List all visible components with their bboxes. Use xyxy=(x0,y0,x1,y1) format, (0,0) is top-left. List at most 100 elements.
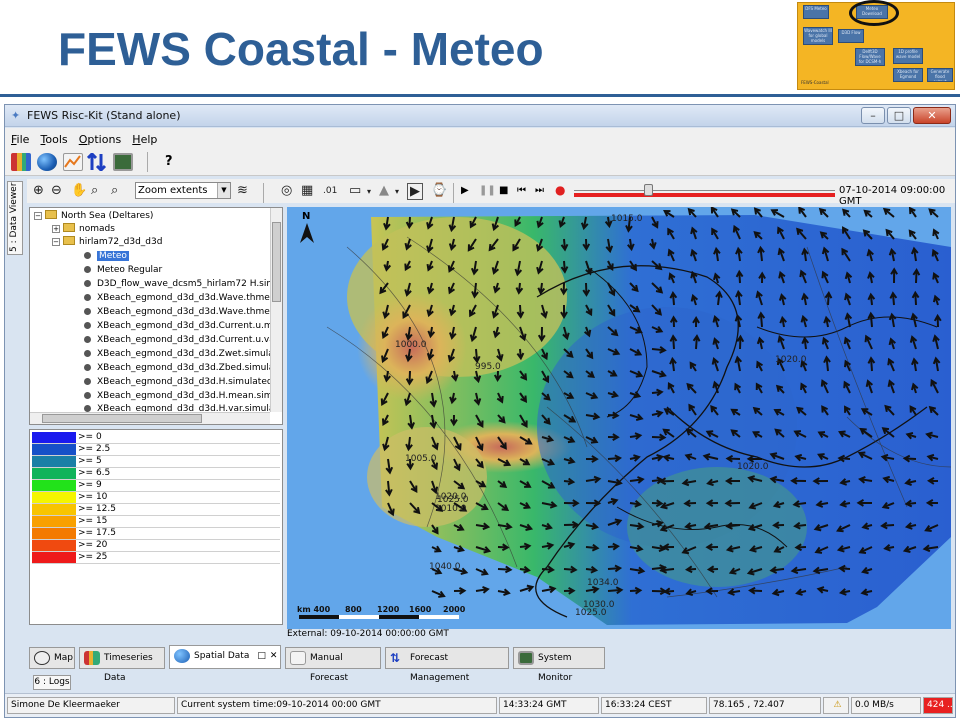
tree-root[interactable]: − North Sea (Deltares) xyxy=(34,210,153,223)
svg-text:km 400: km 400 xyxy=(297,605,331,614)
time-slider-knob[interactable] xyxy=(644,184,653,196)
tree-item[interactable]: XBeach_egmond_d3d_d3d.Current.u.mea xyxy=(84,320,282,333)
books-icon[interactable] xyxy=(11,153,31,171)
legend-row: >= 2.5 xyxy=(32,444,280,456)
legend-swatch xyxy=(32,492,76,503)
legend-swatch xyxy=(32,456,76,467)
globe-icon xyxy=(34,651,50,665)
menu-help[interactable]: Help xyxy=(132,133,157,146)
zoom-box-icon[interactable]: ⌕ xyxy=(91,183,98,198)
stop-icon[interactable]: ■ xyxy=(499,185,508,196)
close-button[interactable]: ✕ xyxy=(913,107,951,124)
tree-folder-hirlam[interactable]: − hirlam72_d3d_d3d xyxy=(52,236,162,249)
status-net: 0.0 MB/s xyxy=(851,697,921,714)
wind-arrow xyxy=(818,207,829,218)
map-edit-icon[interactable]: ▭ xyxy=(349,183,361,198)
zoom-out-icon[interactable]: ⊖ xyxy=(51,183,62,198)
tree-item[interactable]: Meteo Regular xyxy=(84,264,162,277)
wind-arrow xyxy=(908,207,917,218)
pan-hand-icon[interactable]: ✋ xyxy=(71,183,87,198)
view-tabs: Map Timeseries Data Spatial Data □ ✕ Manua… xyxy=(29,645,953,683)
tree-item[interactable]: XBeach_egmond_d3d_d3d.Current.u.var xyxy=(84,334,278,347)
tree-item[interactable]: XBeach_egmond_d3d_d3d.H.simulated xyxy=(84,376,273,389)
layers-icon[interactable]: ≋ xyxy=(237,183,248,198)
legend-swatch xyxy=(32,468,76,479)
warning-icon[interactable]: ▲ xyxy=(379,183,389,198)
help-icon[interactable]: ? xyxy=(165,154,173,169)
flow-box: Delft3D Flow/Wave for DCSM-h xyxy=(855,48,885,66)
globe-icon[interactable] xyxy=(37,153,57,171)
legend-swatch xyxy=(32,516,76,527)
tree-item-meteo[interactable]: Meteo xyxy=(84,250,129,263)
pause-icon[interactable]: ❚❚ xyxy=(479,185,496,196)
play-icon[interactable]: ▶ xyxy=(461,185,469,196)
tree-item[interactable]: XBeach_egmond_d3d_d3d.Zwet.simulatec xyxy=(84,348,282,361)
svg-text:800: 800 xyxy=(345,605,362,614)
isobar-label: 1034.0 xyxy=(587,578,619,588)
menu-tools[interactable]: Tools xyxy=(41,133,68,146)
tab-forecast-management[interactable]: ⇅ Forecast Management xyxy=(385,647,509,683)
legend-row: >= 6.5 xyxy=(32,468,280,480)
wind-arrow xyxy=(431,590,446,598)
arrows-updown-icon[interactable] xyxy=(86,151,107,173)
tree-item[interactable]: XBeach_egmond_d3d_d3d.Wave.thmean xyxy=(84,306,281,319)
grid-icon[interactable]: ▦ xyxy=(301,183,313,198)
dropdown-icon[interactable]: ▾ xyxy=(395,187,399,196)
tree-item[interactable]: XBeach_egmond_d3d_d3d.H.mean.simula xyxy=(84,390,282,403)
close-icon[interactable]: ✕ xyxy=(270,651,278,661)
wind-arrow xyxy=(497,588,511,597)
rotate-icon[interactable]: ◎ xyxy=(281,183,292,198)
flow-box: DFS Meteo xyxy=(803,5,829,19)
skip-back-icon[interactable]: ⏮ xyxy=(517,185,526,196)
tree-item[interactable]: XBeach_egmond_d3d_d3d.Wave.thmean xyxy=(84,292,281,305)
zoom-in-icon[interactable]: ⊕ xyxy=(33,183,44,198)
chart-icon[interactable] xyxy=(63,153,83,171)
minimize-button[interactable]: – xyxy=(861,107,885,124)
tab-system-monitor[interactable]: System Monitor xyxy=(513,647,605,683)
camera-timer-icon[interactable]: ⌚ xyxy=(431,183,447,198)
legend-row: >= 17.5 xyxy=(32,528,280,540)
dropdown-icon[interactable]: ▾ xyxy=(367,187,371,196)
warning-icon[interactable]: ⚠ xyxy=(823,697,849,714)
wind-arrow xyxy=(932,228,940,240)
data-viewer-tab[interactable]: 5 : Data Viewer xyxy=(7,181,23,255)
tree-item[interactable]: XBeach_egmond_d3d_d3d.Zbed.simulatec xyxy=(84,362,282,375)
skip-forward-icon[interactable]: ⏭ xyxy=(535,185,544,196)
tab-map[interactable]: Map xyxy=(29,647,75,669)
menubar: File Tools Options Help xyxy=(5,128,955,148)
tree-horizontal-scrollbar[interactable] xyxy=(30,412,270,424)
map-canvas[interactable]: 1015.0 995.0 1000.0 1005.0 1010.0 1020.0… xyxy=(287,207,951,629)
monitor-icon[interactable] xyxy=(113,153,133,171)
tab-spatial-data[interactable]: Spatial Data □ ✕ xyxy=(169,645,281,669)
legend-row: >= 0 xyxy=(32,432,280,444)
legend-row: >= 9 xyxy=(32,480,280,492)
tree-item[interactable]: D3D_flow_wave_dcsm5_hirlam72 H.simula xyxy=(84,278,282,291)
highlight-circle xyxy=(849,0,899,26)
maximize-button[interactable]: □ xyxy=(887,107,911,124)
tab-timeseries-data[interactable]: Timeseries Data xyxy=(79,647,165,683)
zoom-extents-select[interactable]: Zoom extents ▼ xyxy=(135,182,231,199)
tab-manual-forecast[interactable]: Manual Forecast xyxy=(285,647,381,683)
logs-tab[interactable]: 6 : Logs xyxy=(33,675,71,690)
flow-label: FEWS-Coastal xyxy=(801,80,829,85)
tree-folder-nomads[interactable]: + nomads xyxy=(52,223,115,236)
legend-swatch xyxy=(32,552,76,563)
tab-restore-icon[interactable]: □ xyxy=(257,651,266,661)
status-bar: Simone De Kleermaeker Current system tim… xyxy=(5,693,955,717)
main-toolbar: ? xyxy=(5,148,955,176)
decimal-icon[interactable]: .01 xyxy=(323,186,337,196)
animation-icon[interactable]: ▶ xyxy=(407,183,423,200)
wind-field-map: 1015.0 995.0 1000.0 1005.0 1010.0 1020.0… xyxy=(297,207,951,625)
window-titlebar[interactable]: ✦ FEWS Risc-Kit (Stand alone) – □ ✕ xyxy=(5,105,955,127)
status-system-time: Current system time:09-10-2014 00:00 GMT xyxy=(177,697,497,714)
location-tree: − North Sea (Deltares) + nomads − hirlam72_… xyxy=(29,207,283,425)
menu-file[interactable]: File xyxy=(11,133,29,146)
zoom-previous-icon[interactable]: ⌕ xyxy=(111,183,118,198)
time-slider[interactable] xyxy=(574,184,835,198)
menu-options[interactable]: Options xyxy=(79,133,121,146)
isobar-label: 1020.0 xyxy=(775,355,807,365)
tree-vertical-scrollbar[interactable] xyxy=(270,208,282,412)
map-toolbar: ⊕ ⊖ ✋ ⌕ ⌕ Zoom extents ▼ ≋ ◎ ▦ .01 ▭ ▾ ▲… xyxy=(27,179,955,207)
record-icon[interactable]: ● xyxy=(555,183,565,197)
isobar-label: 1020.0 xyxy=(737,462,769,472)
